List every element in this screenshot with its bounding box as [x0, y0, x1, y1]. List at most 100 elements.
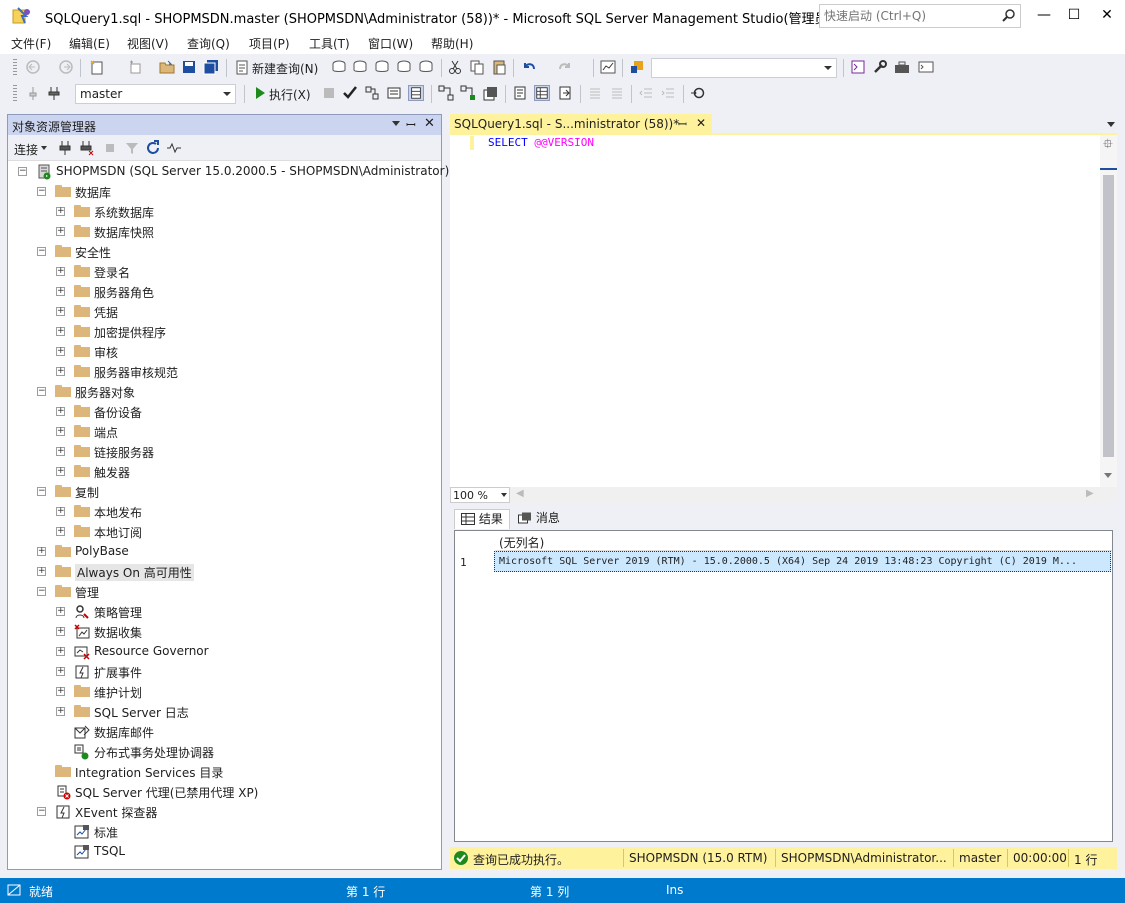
save-all-icon[interactable] — [203, 59, 219, 75]
tree-item[interactable]: − 管理 — [8, 582, 441, 602]
ssms-app-icon[interactable] — [12, 7, 32, 25]
find-combo[interactable] — [651, 58, 837, 78]
estimated-plan-icon[interactable] — [364, 85, 380, 101]
tree-item[interactable]: + 链接服务器 — [8, 442, 441, 462]
close-button[interactable]: ✕ — [1091, 0, 1123, 30]
tree-item[interactable]: + 端点 — [8, 422, 441, 442]
toolbar-grip[interactable] — [13, 85, 17, 103]
activity-monitor-icon[interactable] — [600, 59, 616, 75]
menu-tools[interactable]: 工具(T) — [309, 35, 350, 52]
split-icon[interactable]: ⯐ — [1103, 135, 1113, 157]
tab-results[interactable]: 结果 — [454, 509, 510, 529]
expand-icon[interactable]: + — [56, 327, 65, 336]
dmx-icon[interactable] — [374, 59, 390, 75]
query-options-icon[interactable] — [386, 85, 402, 101]
activity-monitor-icon[interactable] — [166, 140, 182, 156]
tree-item[interactable]: + 本地订阅 — [8, 522, 441, 542]
expand-icon[interactable]: + — [56, 627, 65, 636]
menu-view[interactable]: 视图(V) — [127, 35, 169, 52]
new-project-icon[interactable] — [89, 59, 105, 75]
expand-icon[interactable]: + — [56, 347, 65, 356]
tree-item[interactable]: 标准 — [8, 822, 441, 842]
column-header[interactable]: (无列名) — [495, 531, 1112, 551]
tree-item[interactable]: + 登录名 — [8, 262, 441, 282]
search-icon[interactable] — [1002, 8, 1016, 22]
tree-item[interactable]: + 扩展事件 — [8, 662, 441, 682]
pin-icon[interactable]: ꟷ — [678, 117, 687, 132]
dax-query-icon[interactable] — [418, 59, 434, 75]
zoom-select[interactable]: 100 % — [450, 487, 510, 503]
tree-item[interactable]: + 触发器 — [8, 462, 441, 482]
tree-item[interactable]: − 服务器对象 — [8, 382, 441, 402]
menu-edit[interactable]: 编辑(E) — [69, 35, 110, 52]
collapse-icon[interactable]: − — [37, 187, 46, 196]
expand-icon[interactable]: + — [37, 547, 46, 556]
panel-menu-dropdown-icon[interactable] — [392, 121, 400, 126]
collapse-icon[interactable]: − — [18, 167, 27, 176]
live-stats-icon[interactable] — [460, 85, 476, 101]
query-editor-tab[interactable]: SQLQuery1.sql - S...ministrator (58))* ꟷ… — [450, 114, 712, 134]
comment-icon[interactable] — [587, 85, 603, 101]
expand-icon[interactable]: + — [56, 307, 65, 316]
tree-item[interactable]: SQL Server 代理(已禁用代理 XP) — [8, 782, 441, 802]
scroll-left-arrow-icon[interactable]: ◀ — [516, 488, 524, 499]
connect-icon[interactable] — [25, 85, 41, 101]
tree-item[interactable]: − SHOPMSDN (SQL Server 15.0.2000.5 - SHOP… — [8, 162, 449, 182]
results-grid-icon[interactable] — [534, 85, 550, 101]
expand-icon[interactable]: + — [56, 667, 65, 676]
expand-icon[interactable]: + — [56, 287, 65, 296]
quick-launch-input[interactable] — [824, 6, 994, 26]
database-select[interactable]: master — [75, 84, 236, 104]
decrease-indent-icon[interactable] — [638, 85, 654, 101]
execute-button[interactable]: 执行(X) — [250, 81, 314, 107]
stop-icon[interactable] — [102, 140, 118, 156]
paste-icon[interactable] — [491, 59, 507, 75]
tree-item[interactable]: − 数据库 — [8, 182, 441, 202]
result-cell[interactable]: Microsoft SQL Server 2019 (RTM) - 15.0.2… — [494, 551, 1111, 572]
connect-dropdown-icon[interactable] — [41, 146, 47, 150]
editor-vertical-scrollbar[interactable]: ⯐ — [1100, 135, 1117, 487]
disconnect-icon[interactable] — [78, 140, 94, 156]
connect-button[interactable]: 连接 — [14, 141, 38, 158]
xmla-query-icon[interactable] — [396, 59, 412, 75]
tree-item[interactable]: − 复制 — [8, 482, 441, 502]
save-icon[interactable] — [181, 59, 197, 75]
connect-plug-icon[interactable] — [57, 140, 73, 156]
document-list-dropdown-icon[interactable] — [1107, 122, 1115, 127]
toolbar-grip[interactable] — [13, 59, 17, 77]
quick-launch-box[interactable] — [819, 4, 1021, 28]
expand-icon[interactable]: + — [56, 427, 65, 436]
scroll-right-arrow-icon[interactable]: ▶ — [1086, 488, 1094, 499]
collapse-icon[interactable]: − — [37, 587, 46, 596]
filter-icon[interactable] — [124, 140, 140, 156]
tree-item[interactable]: + 审核 — [8, 342, 441, 362]
sql-editor[interactable]: SELECT @@VERSION — [450, 135, 1117, 487]
scroll-down-arrow-icon[interactable] — [1104, 473, 1112, 478]
menu-help[interactable]: 帮助(H) — [431, 35, 473, 52]
tree-item[interactable]: 数据库邮件 — [8, 722, 441, 742]
tree-item[interactable]: − 安全性 — [8, 242, 441, 262]
expand-icon[interactable]: + — [56, 507, 65, 516]
table-row[interactable]: 1 Microsoft SQL Server 2019 (RTM) - 15.0… — [455, 551, 1112, 573]
window-layout-icon[interactable] — [918, 59, 934, 75]
tab-messages[interactable]: 消息 — [512, 509, 566, 529]
expand-icon[interactable]: + — [56, 407, 65, 416]
tree-item[interactable]: + 备份设备 — [8, 402, 441, 422]
expand-icon[interactable]: + — [37, 567, 46, 576]
tree-item[interactable]: − XEvent 探查器 — [8, 802, 441, 822]
actual-plan-icon[interactable] — [438, 85, 454, 101]
tree-item[interactable]: + 服务器审核规范 — [8, 362, 441, 382]
new-query-button[interactable]: 新建查询(N) — [232, 55, 322, 81]
increase-indent-icon[interactable] — [660, 85, 676, 101]
expand-icon[interactable]: + — [56, 367, 65, 376]
tree-item[interactable]: + Resource Governor — [8, 642, 441, 662]
tree-item[interactable]: 分布式事务处理协调器 — [8, 742, 441, 762]
expand-icon[interactable]: + — [56, 707, 65, 716]
scrollbar-thumb[interactable] — [1103, 175, 1114, 457]
change-connection-icon[interactable] — [46, 85, 62, 101]
tree-item[interactable]: + 系统数据库 — [8, 202, 441, 222]
open-file-icon[interactable] — [159, 59, 175, 75]
results-to-grid-icon[interactable] — [408, 85, 424, 101]
tree-item[interactable]: + 本地发布 — [8, 502, 441, 522]
cut-icon[interactable] — [447, 59, 463, 75]
